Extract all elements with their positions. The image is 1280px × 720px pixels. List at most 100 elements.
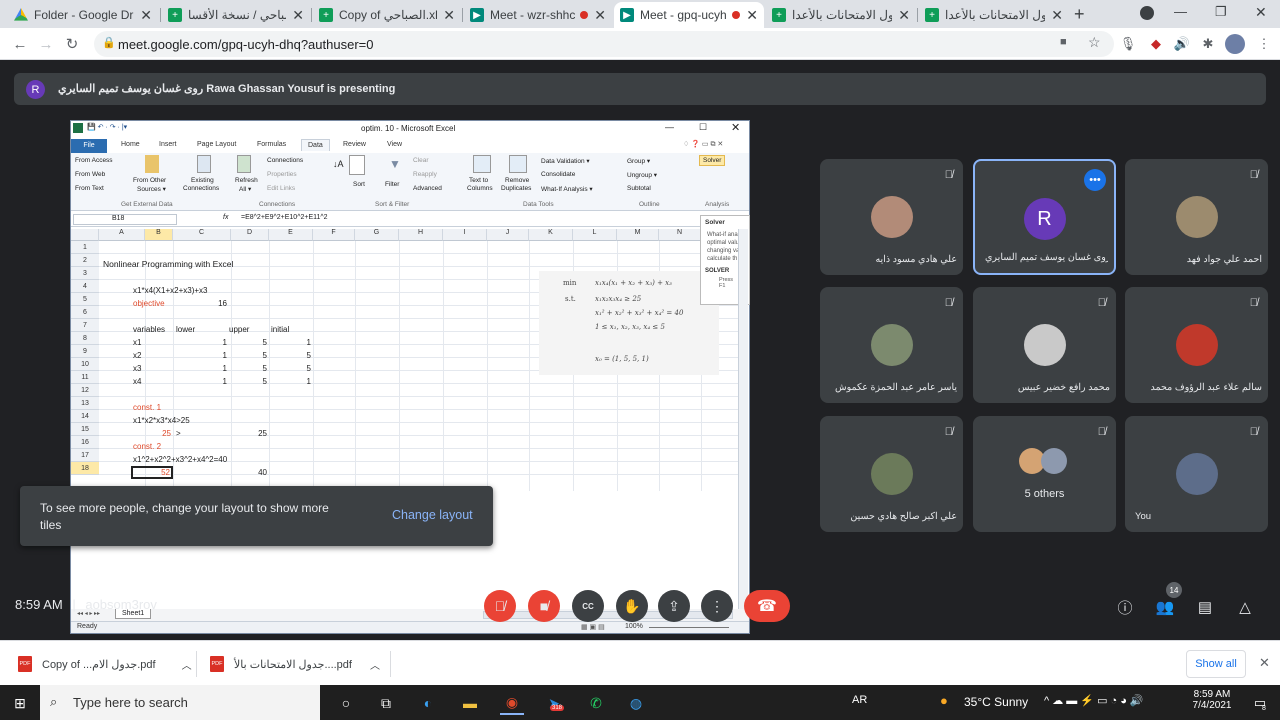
tab-sheet-4[interactable]: + جدول الامتحانات بالأعدا ✕ bbox=[919, 2, 1069, 28]
row-header[interactable]: 10 bbox=[71, 358, 99, 371]
camera-toggle-button[interactable]: ■̸ bbox=[528, 590, 560, 622]
tab-meet-gpq[interactable]: ▶ Meet - gpq-ucyh ✕ bbox=[614, 2, 764, 28]
change-layout-button[interactable]: Change layout bbox=[392, 508, 473, 522]
raise-hand-button[interactable]: ✋ bbox=[616, 590, 648, 622]
leave-call-button[interactable]: ☎ bbox=[744, 590, 790, 622]
cortana-icon[interactable]: ○ bbox=[334, 691, 358, 715]
tab-sheet-3[interactable]: + جدول الامتحانات بالأعدا ✕ bbox=[766, 2, 916, 28]
taskbar-clock[interactable]: 8:59 AM 7/4/2021 bbox=[1190, 689, 1234, 711]
mic-toggle-button[interactable]: 🎙̸ bbox=[484, 590, 516, 622]
cell-var-upper[interactable]: 5 bbox=[231, 349, 267, 362]
cell-var-name[interactable]: x1 bbox=[133, 336, 141, 349]
what-if-analysis-button[interactable]: What-If Analysis ▾ bbox=[541, 185, 593, 193]
column-header[interactable]: I bbox=[443, 229, 487, 241]
participant-tile[interactable]: 🎙̸ احمد علي جواد فهد bbox=[1125, 159, 1268, 275]
cell-var-upper[interactable]: 5 bbox=[231, 336, 267, 349]
refresh-all-label[interactable]: All ▾ bbox=[239, 185, 251, 193]
extensions-puzzle-icon[interactable]: ✱ bbox=[1198, 34, 1218, 54]
existing-connections-label[interactable]: Connections bbox=[183, 185, 219, 192]
reapply-button[interactable]: Reapply bbox=[413, 171, 437, 178]
ungroup-button[interactable]: Ungroup ▾ bbox=[627, 171, 657, 179]
cell-const1-expr[interactable]: x1*x2*x3*x4>25 bbox=[133, 414, 190, 427]
group-button[interactable]: Group ▾ bbox=[627, 157, 650, 165]
ribbon-tab-file[interactable]: File bbox=[71, 139, 107, 153]
tray-icons[interactable]: ^ ☁ ▬ ⚡ ▭ ◔ ◕ 🔊 bbox=[1044, 694, 1144, 707]
active-cell-b18[interactable]: 52 bbox=[131, 466, 173, 479]
cell-const2-label[interactable]: const. 2 bbox=[133, 440, 161, 453]
zoom-level[interactable]: 100% bbox=[625, 623, 643, 630]
sort-button[interactable]: Sort bbox=[353, 181, 365, 188]
camera-icon[interactable]: ■ bbox=[1060, 36, 1067, 48]
more-options-icon[interactable]: ••• bbox=[1084, 169, 1106, 191]
task-view-icon[interactable]: ⧉ bbox=[374, 691, 398, 715]
tab-sheet-1[interactable]: + الصباحي / نسخة الأقسا ✕ bbox=[162, 2, 310, 28]
address-bar[interactable]: 🔒 meet.google.com/gpq-ucyh-dhq?authuser=… bbox=[94, 31, 1114, 57]
consolidate-button[interactable]: Consolidate bbox=[541, 171, 575, 178]
row-header[interactable]: 11 bbox=[71, 371, 99, 384]
close-tab-icon[interactable]: ✕ bbox=[140, 7, 152, 24]
close-tab-icon[interactable]: ✕ bbox=[594, 7, 606, 24]
chevron-up-icon[interactable]: ︿ bbox=[370, 657, 380, 672]
remove-duplicates-label[interactable]: Duplicates bbox=[501, 185, 531, 192]
edge-icon[interactable]: ◐ bbox=[416, 691, 440, 715]
cell-var-initial[interactable]: 1 bbox=[269, 336, 311, 349]
row-header[interactable]: 1 bbox=[71, 241, 99, 254]
column-header[interactable]: D bbox=[231, 229, 269, 241]
file-explorer-icon[interactable]: ▬ bbox=[458, 691, 482, 715]
column-header[interactable]: K bbox=[529, 229, 573, 241]
bookmark-star-icon[interactable]: ☆ bbox=[1088, 34, 1101, 51]
cell-var-name[interactable]: x3 bbox=[133, 362, 141, 375]
cell-header-initial[interactable]: initial bbox=[271, 323, 289, 336]
participant-tile[interactable]: 🎙̸ محمد رافع خضير عبيس bbox=[973, 287, 1116, 403]
app-icon[interactable]: ◍ bbox=[624, 691, 648, 715]
from-web-button[interactable]: From Web bbox=[75, 171, 105, 178]
participant-tile[interactable]: 🎙̸ سالم علاء عبد الرؤوف محمد bbox=[1125, 287, 1268, 403]
column-header[interactable]: E bbox=[269, 229, 313, 241]
row-header[interactable]: 13 bbox=[71, 397, 99, 410]
column-header[interactable]: M bbox=[617, 229, 659, 241]
cell-var-initial[interactable]: 5 bbox=[269, 362, 311, 375]
from-text-button[interactable]: From Text bbox=[75, 185, 104, 192]
cell-var-lower[interactable]: 1 bbox=[191, 336, 227, 349]
row-header[interactable]: 16 bbox=[71, 436, 99, 449]
weather-text[interactable]: 35°C Sunny bbox=[964, 695, 1028, 709]
vertical-scrollbar[interactable] bbox=[738, 229, 748, 609]
cell-objective-label[interactable]: objective bbox=[133, 297, 165, 310]
cell-var-name[interactable]: x2 bbox=[133, 349, 141, 362]
more-options-button[interactable]: ⋮ bbox=[701, 590, 733, 622]
zoom-slider[interactable] bbox=[649, 627, 729, 628]
activities-button[interactable]: △ bbox=[1234, 596, 1256, 618]
excel-minimize-icon[interactable]: — bbox=[665, 122, 674, 132]
telegram-icon[interactable]: ➤ bbox=[542, 691, 566, 715]
column-header[interactable]: H bbox=[399, 229, 443, 241]
text-to-label[interactable]: Text to bbox=[469, 177, 488, 184]
row-header[interactable]: 2 bbox=[71, 254, 99, 267]
ribbon-tab-formulas[interactable]: Formulas bbox=[257, 141, 286, 148]
ribbon-tab-review[interactable]: Review bbox=[343, 141, 366, 148]
column-header[interactable]: B bbox=[145, 229, 173, 241]
taskbar-search-box[interactable]: ⌕ Type here to search bbox=[40, 685, 320, 720]
show-all-downloads-button[interactable]: Show all bbox=[1186, 650, 1246, 678]
windows-start-icon[interactable]: ⊞ bbox=[8, 691, 32, 715]
column-header[interactable]: A bbox=[99, 229, 145, 241]
row-header[interactable]: 14 bbox=[71, 410, 99, 423]
cell-header-lower[interactable]: lower bbox=[176, 323, 195, 336]
back-icon[interactable]: ← bbox=[10, 34, 30, 54]
row-header[interactable]: 6 bbox=[71, 306, 99, 319]
edit-links-button[interactable]: Edit Links bbox=[267, 185, 295, 192]
column-header[interactable]: N bbox=[659, 229, 701, 241]
close-tab-icon[interactable]: ✕ bbox=[746, 7, 758, 24]
existing-label[interactable]: Existing bbox=[191, 177, 214, 184]
column-header[interactable]: C bbox=[173, 229, 231, 241]
row-header[interactable]: 9 bbox=[71, 345, 99, 358]
row-header[interactable]: 17 bbox=[71, 449, 99, 462]
from-other-sources-label[interactable]: Sources ▾ bbox=[137, 185, 166, 193]
participant-tile-presenter[interactable]: ••• R روى غسان يوسف تميم السايري bbox=[973, 159, 1116, 275]
close-downloads-icon[interactable]: ✕ bbox=[1259, 655, 1270, 671]
cell-const1-operator[interactable]: > bbox=[176, 427, 181, 440]
from-access-button[interactable]: From Access bbox=[75, 157, 113, 164]
connections-button[interactable]: Connections bbox=[267, 157, 303, 164]
cell-const1-value[interactable]: 25 bbox=[145, 427, 171, 440]
tab-search-icon[interactable] bbox=[1140, 6, 1154, 20]
column-header[interactable]: J bbox=[487, 229, 529, 241]
